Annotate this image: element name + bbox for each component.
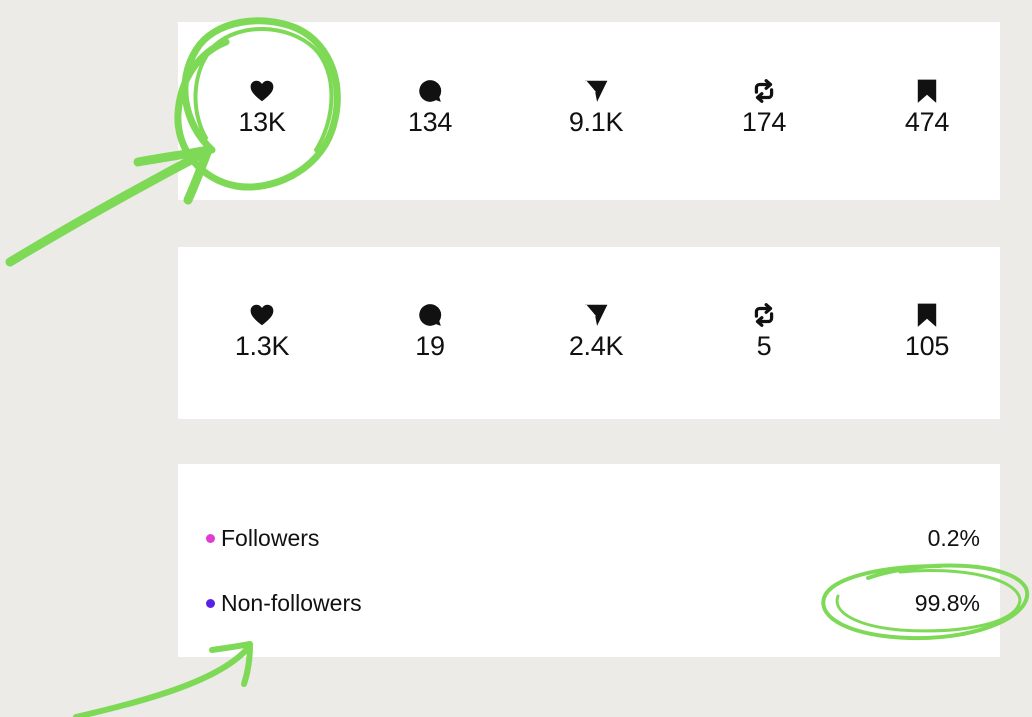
non-followers-percentage: 99.8%: [914, 589, 980, 616]
comment-icon: [417, 78, 443, 104]
saves-count: 474: [904, 107, 950, 137]
followers-percentage: 0.2%: [927, 524, 980, 551]
followers-row: Followers 0.2%: [206, 522, 980, 554]
followers-label: Followers: [221, 524, 320, 551]
bookmark-icon: [914, 302, 940, 328]
comments-stat[interactable]: 19: [370, 302, 490, 362]
heart-icon: [249, 302, 275, 328]
non-followers-pointer-arrow: [73, 645, 251, 717]
shares-stat[interactable]: 9.1K: [536, 78, 656, 138]
share-icon: [583, 302, 609, 328]
non-followers-row: Non-followers 99.8%: [206, 587, 980, 619]
comments-count: 134: [407, 107, 453, 137]
heart-icon: [249, 78, 275, 104]
non-followers-legend-dot: [206, 598, 215, 608]
non-followers-label: Non-followers: [221, 589, 362, 616]
likes-count: 1.3K: [234, 331, 290, 361]
saves-stat[interactable]: 474: [867, 78, 987, 138]
comments-count: 19: [415, 331, 445, 361]
comment-icon: [417, 302, 443, 328]
saves-stat[interactable]: 105: [867, 302, 987, 362]
reposts-stat[interactable]: 174: [704, 78, 824, 138]
saves-count: 105: [904, 331, 950, 361]
likes-stat[interactable]: 13K: [202, 78, 322, 138]
repost-icon: [751, 302, 777, 328]
reposts-count: 174: [741, 107, 787, 137]
followers-legend-dot: [206, 533, 215, 543]
comments-stat[interactable]: 134: [370, 78, 490, 138]
likes-count: 13K: [238, 107, 286, 137]
repost-icon: [751, 78, 777, 104]
likes-pointer-arrow: [5, 147, 211, 267]
bookmark-icon: [914, 78, 940, 104]
reposts-count: 5: [756, 331, 772, 361]
post-stats-card-1: 13K 134 9.1K 174 474: [178, 22, 1000, 200]
share-icon: [583, 78, 609, 104]
audience-breakdown-card: Followers 0.2% Non-followers 99.8%: [178, 464, 1000, 657]
shares-stat[interactable]: 2.4K: [536, 302, 656, 362]
likes-stat[interactable]: 1.3K: [202, 302, 322, 362]
post-stats-card-2: 1.3K 19 2.4K 5 105: [178, 247, 1000, 419]
reposts-stat[interactable]: 5: [704, 302, 824, 362]
shares-count: 2.4K: [568, 331, 624, 361]
shares-count: 9.1K: [568, 107, 624, 137]
